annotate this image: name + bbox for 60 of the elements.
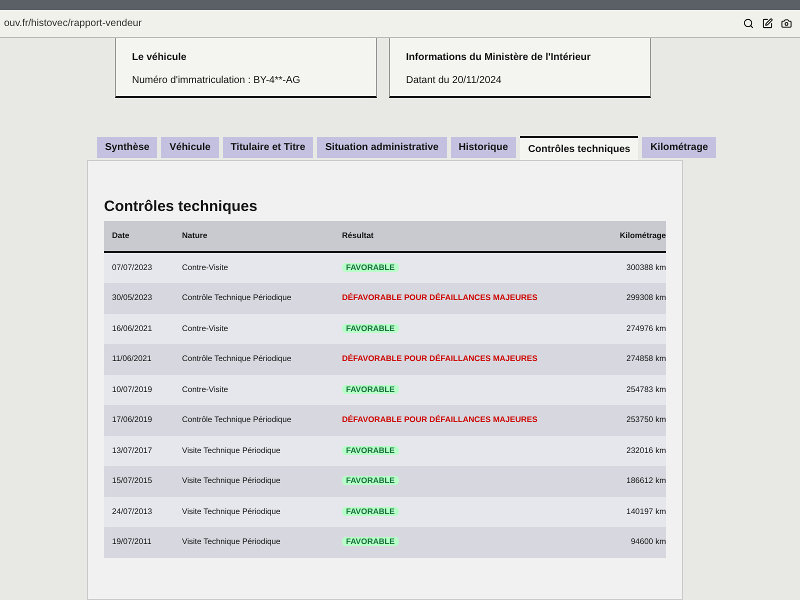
date-cell-text: 13/07/2017: [112, 444, 154, 457]
card-text: Numéro d'immatriculation : BY-4**-AG: [132, 74, 302, 88]
mileage-cell-text: 94600 km: [630, 536, 667, 548]
result-badge: FAVORABLE: [342, 446, 399, 455]
date-cell-text: 16/06/2021: [112, 322, 154, 335]
mileage-cell-text: 274858 km: [625, 353, 667, 366]
tab[interactable]: Titulaire et Titre: [222, 137, 314, 158]
date-cell-text: 10/07/2019: [112, 384, 154, 396]
tab[interactable]: Historique: [450, 137, 516, 158]
mileage-cell-text: 300388 km: [625, 262, 667, 274]
mileage-cell-text: 140197 km: [625, 506, 667, 518]
nature-cell-text: Contrôle Technique Périodique: [182, 292, 292, 304]
card-title: Informations du Ministère de l'Intérieur: [406, 51, 592, 65]
nature-cell-text: Visite Technique Périodique: [182, 506, 282, 518]
search-icon[interactable]: [743, 18, 754, 29]
date-cell-text: 11/06/2021: [112, 353, 152, 366]
edit-icon[interactable]: [762, 18, 773, 29]
result-badge: FAVORABLE: [342, 506, 399, 516]
mileage-cell-text: 186612 km: [625, 475, 667, 488]
date-cell-text: 17/06/2019: [112, 414, 154, 426]
tab[interactable]: Synthèse: [97, 137, 158, 158]
result-label: DÉFAVORABLE POUR DÉFAILLANCES MAJEURES: [342, 354, 538, 364]
date-cell-text: 30/05/2023: [112, 292, 154, 304]
result-badge: FAVORABLE: [342, 476, 399, 486]
nature-cell-text: Contre-Visite: [182, 262, 230, 274]
column-header: Nature: [182, 230, 208, 242]
nature-cell-text: Visite Technique Périodique: [182, 536, 282, 548]
nature-cell-text: Contrôle Technique Périodique: [182, 353, 292, 366]
column-header: Kilométrage: [618, 230, 667, 242]
column-header: Résultat: [342, 230, 375, 242]
mileage-cell-text: 254783 km: [625, 384, 667, 396]
result-label: DÉFAVORABLE POUR DÉFAILLANCES MAJEURES: [342, 415, 538, 424]
nature-cell-text: Contre-Visite: [182, 384, 230, 396]
nature-cell-text: Contrôle Technique Périodique: [182, 414, 292, 426]
tab[interactable]: Situation administrative: [317, 137, 447, 158]
camera-icon[interactable]: [781, 18, 792, 29]
date-cell-text: 24/07/2013: [112, 506, 154, 518]
card-title: Le véhicule: [132, 51, 188, 65]
nature-cell-text: Visite Technique Périodique: [182, 444, 282, 457]
tab[interactable]: Véhicule: [161, 137, 219, 158]
date-cell-text: 15/07/2015: [112, 475, 154, 488]
result-badge: FAVORABLE: [342, 324, 399, 333]
result-badge: FAVORABLE: [342, 262, 399, 272]
date-cell-text: 07/07/2023: [112, 262, 154, 274]
mileage-cell-text: 253750 km: [625, 414, 667, 426]
date-cell-text: 19/07/2011: [112, 536, 152, 548]
nature-cell-text: Contre-Visite: [182, 322, 230, 335]
result-label: DÉFAVORABLE POUR DÉFAILLANCES MAJEURES: [342, 293, 538, 302]
mileage-cell-text: 274976 km: [625, 322, 667, 335]
result-badge: FAVORABLE: [342, 384, 399, 394]
column-header: Date: [112, 230, 130, 242]
tab[interactable]: Contrôles techniques: [520, 136, 638, 160]
tab[interactable]: Kilométrage: [642, 137, 716, 158]
mileage-cell-text: 299308 km: [625, 292, 667, 304]
section-title: Contrôles techniques: [104, 197, 258, 217]
card-text: Datant du 20/11/2024: [406, 74, 502, 88]
result-badge: FAVORABLE: [342, 537, 399, 546]
nature-cell-text: Visite Technique Périodique: [182, 475, 282, 488]
address-url[interactable]: ouv.fr/histovec/rapport-vendeur: [4, 16, 142, 31]
mileage-cell-text: 232016 km: [625, 444, 667, 457]
